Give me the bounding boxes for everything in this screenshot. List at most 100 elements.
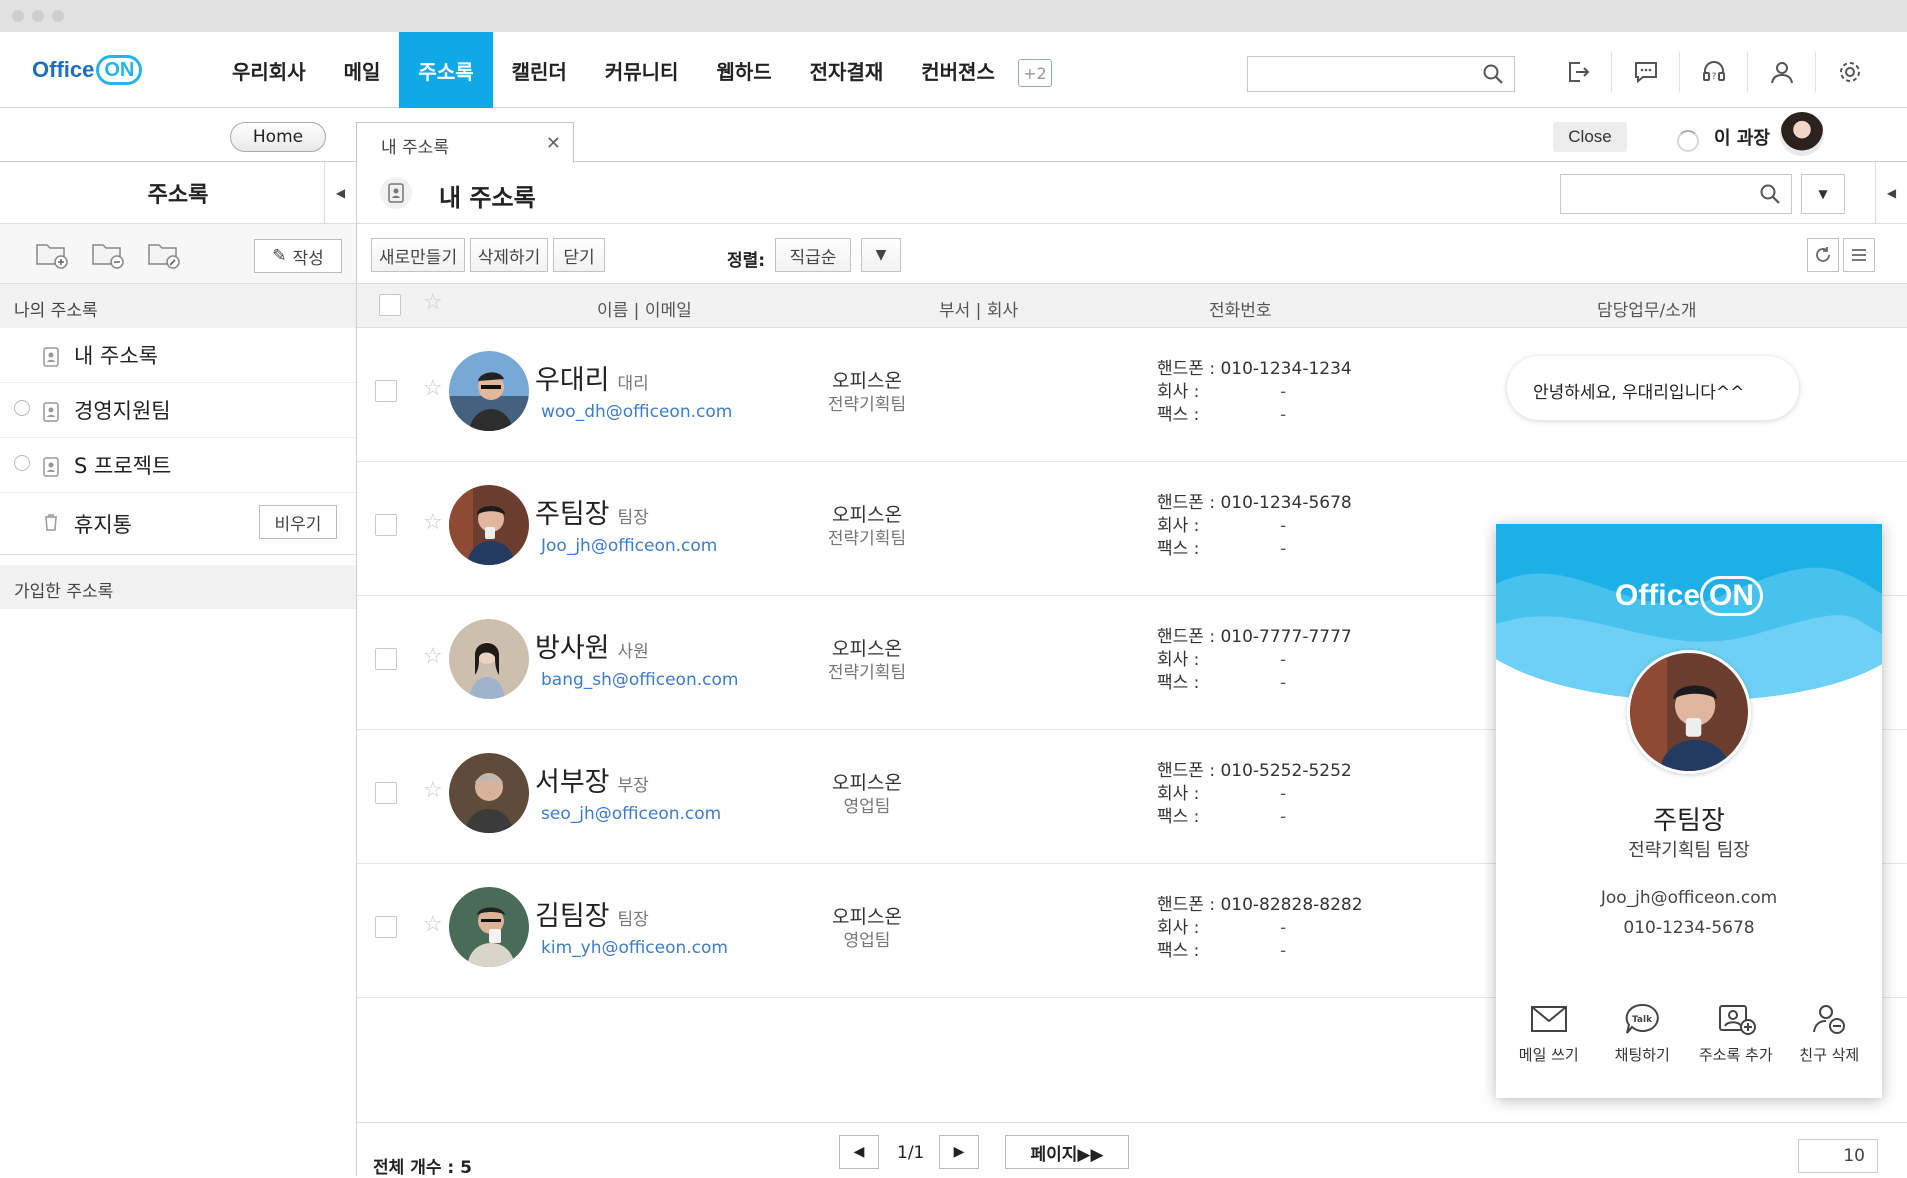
contact-name[interactable]: 김팀장 팀장: [535, 894, 649, 933]
sidebar-item-trash[interactable]: 휴지통 비우기: [0, 493, 356, 555]
edit-folder-icon[interactable]: [146, 238, 182, 270]
remove-folder-icon[interactable]: [90, 238, 126, 270]
card-action-remove-friend[interactable]: 친구 삭제: [1783, 1002, 1875, 1065]
delete-contact-button[interactable]: 삭제하기: [470, 238, 548, 272]
tab-my-address-book[interactable]: 내 주소록 ✕: [356, 122, 574, 163]
avatar[interactable]: [449, 351, 529, 431]
contact-email[interactable]: Joo_jh@officeon.com: [541, 536, 717, 556]
row-checkbox[interactable]: [375, 648, 397, 670]
column-name-email[interactable]: 이름 | 이메일: [597, 296, 692, 321]
column-intro[interactable]: 담당업무/소개: [1597, 296, 1697, 321]
add-folder-icon[interactable]: [34, 238, 70, 270]
favorite-star-icon[interactable]: ☆: [423, 376, 443, 401]
user-icon[interactable]: [1748, 52, 1816, 92]
contact-email[interactable]: kim_yh@officeon.com: [541, 938, 728, 958]
card-email[interactable]: Joo_jh@officeon.com: [1496, 888, 1882, 908]
search-options-dropdown[interactable]: ▼: [1801, 174, 1845, 214]
avatar[interactable]: [449, 887, 529, 967]
star-header-icon[interactable]: ☆: [423, 290, 443, 315]
favorite-star-icon[interactable]: ☆: [423, 510, 443, 535]
global-search-input[interactable]: [1248, 57, 1468, 89]
contact-name[interactable]: 주팀장 팀장: [535, 492, 649, 531]
write-button[interactable]: ✎ 작성: [254, 239, 342, 273]
column-phone[interactable]: 전화번호: [1209, 296, 1272, 321]
contact-name[interactable]: 서부장 부장: [535, 760, 649, 799]
list-view-icon[interactable]: [1843, 238, 1875, 272]
close-button[interactable]: 닫기: [553, 238, 605, 272]
search-icon[interactable]: [1759, 183, 1781, 209]
mobile-number[interactable]: 010-5252-5252: [1220, 761, 1351, 781]
menu-item-convergence[interactable]: 컨버젼스: [902, 32, 1014, 108]
page-jump-button[interactable]: 페이지▶▶: [1005, 1135, 1129, 1169]
avatar[interactable]: [449, 619, 529, 699]
window-maximize-dot[interactable]: [52, 10, 64, 22]
row-checkbox[interactable]: [375, 782, 397, 804]
sidebar-section-my-address-books[interactable]: 나의 주소록: [0, 284, 356, 328]
card-phone[interactable]: 010-1234-5678: [1496, 918, 1882, 938]
menu-item-approval[interactable]: 전자결재: [791, 32, 903, 108]
settings-icon[interactable]: [1816, 52, 1884, 92]
home-button[interactable]: Home: [230, 122, 326, 152]
select-radio[interactable]: [14, 400, 30, 416]
contact-email[interactable]: woo_dh@officeon.com: [541, 402, 732, 422]
contact-name[interactable]: 방사원 사원: [535, 626, 649, 665]
address-book-icon: [42, 457, 60, 482]
row-checkbox[interactable]: [375, 916, 397, 938]
support-icon[interactable]: ?: [1680, 52, 1748, 92]
tab-close-icon[interactable]: ✕: [546, 133, 561, 154]
per-page-input[interactable]: 10: [1798, 1139, 1878, 1173]
select-radio[interactable]: [14, 455, 30, 471]
card-action-chat[interactable]: Talk 채팅하기: [1596, 1002, 1688, 1065]
right-panel-collapse-icon[interactable]: ◀: [1875, 162, 1907, 224]
sidebar-item-s-project[interactable]: S 프로젝트: [0, 438, 356, 493]
sort-dropdown-button[interactable]: ▼: [861, 238, 901, 272]
sidebar-item-management-team[interactable]: 경영지원팀: [0, 383, 356, 438]
avatar[interactable]: [449, 753, 529, 833]
search-icon[interactable]: [1482, 63, 1504, 89]
favorite-star-icon[interactable]: ☆: [423, 778, 443, 803]
sort-select[interactable]: 직급순: [775, 238, 851, 272]
menu-item-company[interactable]: 우리회사: [213, 32, 325, 108]
empty-trash-button[interactable]: 비우기: [259, 505, 337, 539]
menu-item-calendar[interactable]: 캘린더: [493, 32, 586, 108]
favorite-star-icon[interactable]: ☆: [423, 912, 443, 937]
card-action-add-address[interactable]: 주소록 추가: [1690, 1002, 1782, 1065]
menu-item-mail[interactable]: 메일: [325, 32, 400, 108]
contact-name[interactable]: 우대리 대리: [535, 358, 649, 397]
contact-email[interactable]: seo_jh@officeon.com: [541, 804, 721, 824]
row-checkbox[interactable]: [375, 380, 397, 402]
current-user-name[interactable]: 이 과장: [1714, 124, 1770, 150]
menu-more-button[interactable]: +2: [1017, 59, 1052, 87]
office-number: -: [1280, 650, 1287, 670]
refresh-icon[interactable]: [1807, 238, 1839, 272]
avatar[interactable]: [449, 485, 529, 565]
table-row[interactable]: ☆ 우대리 대리 woo_dh@officeon.com 오피스온 전략기획팀 핸…: [357, 328, 1907, 462]
menu-item-community[interactable]: 커뮤니티: [586, 32, 698, 108]
card-action-mail[interactable]: 메일 쓰기: [1503, 1002, 1595, 1065]
select-all-checkbox[interactable]: [379, 294, 401, 316]
sidebar-collapse-icon[interactable]: ◀: [324, 162, 356, 224]
new-contact-button[interactable]: 새로만들기: [371, 238, 465, 272]
sidebar-section-joined-address-books[interactable]: 가입한 주소록: [0, 565, 356, 609]
officeon-logo[interactable]: Office ON: [32, 50, 143, 90]
current-user-avatar[interactable]: [1780, 112, 1824, 156]
row-checkbox[interactable]: [375, 514, 397, 536]
window-close-dot[interactable]: [12, 10, 24, 22]
mobile-number[interactable]: 010-7777-7777: [1220, 627, 1351, 647]
menu-item-webhard[interactable]: 웹하드: [697, 32, 790, 108]
sidebar-item-my-address-book[interactable]: 내 주소록: [0, 328, 356, 383]
column-dept-company[interactable]: 부서 | 회사: [939, 296, 1018, 321]
address-search-input[interactable]: [1561, 175, 1741, 211]
prev-page-button[interactable]: ◀: [839, 1135, 879, 1169]
mobile-number[interactable]: 010-1234-5678: [1220, 493, 1351, 513]
mobile-number[interactable]: 010-82828-8282: [1220, 895, 1362, 915]
window-minimize-dot[interactable]: [32, 10, 44, 22]
next-page-button[interactable]: ▶: [939, 1135, 979, 1169]
close-all-tabs-button[interactable]: Close: [1553, 122, 1627, 152]
mobile-number[interactable]: 010-1234-1234: [1220, 359, 1351, 379]
message-icon[interactable]: [1612, 52, 1680, 92]
logout-icon[interactable]: [1544, 52, 1612, 92]
menu-item-address-book[interactable]: 주소록: [399, 32, 493, 108]
contact-email[interactable]: bang_sh@officeon.com: [541, 670, 738, 690]
favorite-star-icon[interactable]: ☆: [423, 644, 443, 669]
